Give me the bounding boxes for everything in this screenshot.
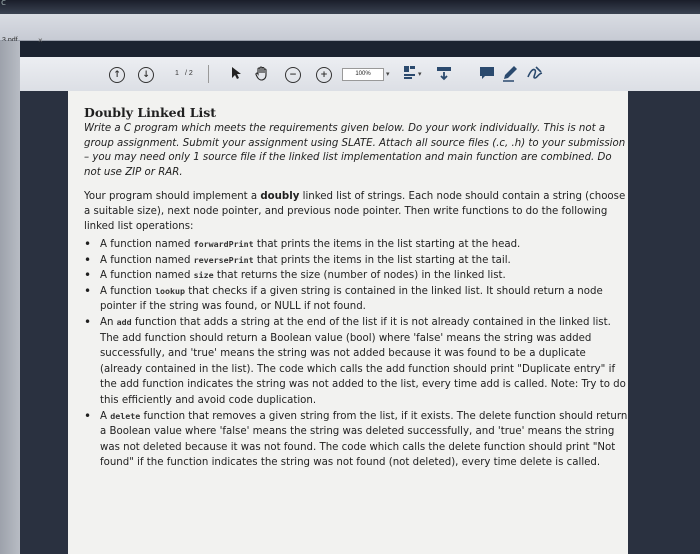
list-item: A function named forwardPrint that print…: [84, 237, 629, 253]
arrow-down-icon: ↓: [138, 67, 154, 83]
item-text: that prints the items in the list starti…: [253, 239, 521, 250]
para-pre: Your program should implement a: [84, 191, 261, 202]
zoom-value: 100%: [342, 68, 384, 81]
item-text: A: [100, 410, 111, 422]
left-gutter: [0, 41, 20, 554]
page-total: / 2: [185, 70, 193, 77]
item-code: add: [116, 316, 132, 327]
sign-icon: [527, 66, 543, 79]
list-item: A function named reversePrint that print…: [84, 253, 629, 269]
item-code: lookup: [155, 285, 186, 296]
zoom-select[interactable]: 100%: [342, 68, 384, 81]
plus-icon: +: [316, 67, 332, 83]
operations-list: A function named forwardPrint that print…: [84, 237, 629, 471]
read-mode-button[interactable]: [436, 65, 452, 81]
sign-button[interactable]: [526, 64, 544, 82]
page-content: Doubly Linked List Write a C program whi…: [84, 105, 629, 471]
fit-dropdown-icon[interactable]: ▾: [418, 70, 422, 78]
read-mode-icon: [437, 67, 451, 81]
zoom-dropdown-icon[interactable]: ▾: [386, 70, 390, 78]
item-code: reversePrint: [193, 254, 254, 265]
minus-icon: −: [285, 67, 301, 83]
list-item: A function lookup that checks if a given…: [84, 284, 629, 315]
item-text: that returns the size (number of nodes) …: [213, 270, 506, 282]
item-text: that prints the items in the list starti…: [253, 254, 511, 266]
fit-page-icon: [404, 66, 415, 79]
item-text: function that removes a given string fro…: [100, 410, 628, 469]
document-title: Doubly Linked List: [84, 105, 217, 120]
item-text: A function named: [100, 239, 194, 250]
next-page-button[interactable]: ↓: [138, 67, 154, 83]
comment-button[interactable]: [479, 65, 495, 81]
cursor-icon: [232, 67, 241, 79]
item-code: delete: [110, 410, 141, 421]
para-bold: doubly: [260, 191, 300, 202]
body-paragraph: Your program should implement a doubly l…: [84, 189, 629, 234]
list-item: A delete function that removes a given s…: [84, 409, 629, 471]
pen-button[interactable]: [502, 64, 518, 82]
list-item: A function named size that returns the s…: [84, 268, 629, 284]
pen-icon: [503, 66, 517, 82]
comment-icon: [480, 67, 494, 79]
hand-tool-button[interactable]: [254, 65, 270, 81]
top-band: c: [0, 0, 700, 14]
zoom-in-button[interactable]: +: [316, 67, 332, 83]
list-item: An add function that adds a string at th…: [84, 315, 629, 409]
arrow-up-icon: ↑: [109, 67, 125, 83]
item-text: A function: [100, 285, 156, 297]
item-text: A function named: [100, 254, 194, 266]
hand-icon: [255, 66, 267, 81]
select-tool-button[interactable]: [230, 66, 242, 80]
tab-bar: [0, 14, 700, 41]
tab-close-icon[interactable]: ×: [38, 36, 43, 45]
toolbar-divider: [208, 65, 209, 83]
item-text: function that adds a string at the end o…: [100, 316, 626, 406]
page-current[interactable]: 1: [175, 70, 179, 77]
corner-mark: c: [1, 0, 6, 8]
item-code: forwardPrint: [193, 239, 254, 249]
item-text: A function named: [100, 270, 194, 282]
fit-page-button[interactable]: [403, 65, 417, 81]
item-code: size: [193, 270, 214, 281]
intro-paragraph: Write a C program which meets the requir…: [84, 123, 626, 178]
zoom-out-button[interactable]: −: [285, 67, 301, 83]
pdf-toolbar: ↑ ↓ 1 / 2 − + 100% ▾ ▾: [20, 57, 700, 92]
item-text: An: [100, 316, 117, 328]
prev-page-button[interactable]: ↑: [109, 67, 125, 83]
